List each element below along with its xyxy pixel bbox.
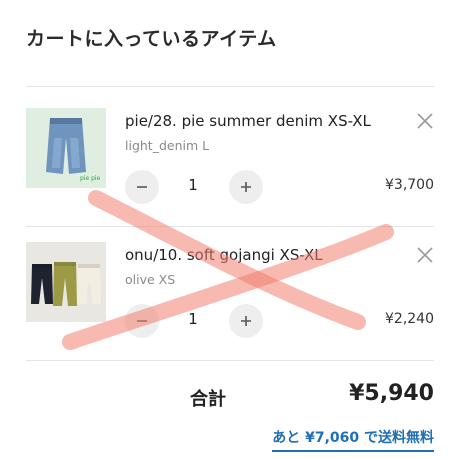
pants-image xyxy=(26,242,106,322)
divider xyxy=(26,360,434,361)
increase-quantity-button[interactable] xyxy=(229,170,263,204)
plus-icon xyxy=(241,316,251,326)
page-title: カートに入っているアイテム xyxy=(26,28,277,50)
remove-item-button[interactable] xyxy=(416,246,434,264)
plus-icon xyxy=(241,182,251,192)
cart-item: pie pie pie/28. pie summer denim XS-XL l… xyxy=(26,106,434,216)
increase-quantity-button[interactable] xyxy=(229,304,263,338)
total-label: 合計 xyxy=(190,389,226,410)
product-thumbnail[interactable] xyxy=(26,242,106,322)
minus-icon xyxy=(137,320,147,322)
decrease-quantity-button[interactable] xyxy=(125,304,159,338)
thumb-label: pie pie xyxy=(80,175,101,182)
quantity-value: 1 xyxy=(188,310,198,328)
close-icon xyxy=(417,247,433,263)
item-price: ¥2,240 xyxy=(385,311,434,327)
remove-item-button[interactable] xyxy=(416,112,434,130)
minus-icon xyxy=(137,186,147,188)
decrease-quantity-button[interactable] xyxy=(125,170,159,204)
item-price: ¥3,700 xyxy=(385,177,434,193)
free-shipping-link[interactable]: あと ¥7,060 で送料無料 xyxy=(272,427,434,452)
divider xyxy=(26,226,434,227)
total-value: ¥5,940 xyxy=(349,381,434,406)
denim-shorts-image: pie pie xyxy=(26,108,106,188)
cart-item: onu/10. soft gojangi XS-XL olive XS 1 ¥2… xyxy=(26,240,434,350)
close-icon xyxy=(417,113,433,129)
product-name[interactable]: pie/28. pie summer denim XS-XL xyxy=(125,112,371,130)
product-variant: olive XS xyxy=(125,272,176,287)
quantity-value: 1 xyxy=(188,176,198,194)
product-name[interactable]: onu/10. soft gojangi XS-XL xyxy=(125,246,323,264)
product-variant: light_denim L xyxy=(125,138,210,153)
divider xyxy=(26,86,434,87)
product-thumbnail[interactable]: pie pie xyxy=(26,108,106,188)
